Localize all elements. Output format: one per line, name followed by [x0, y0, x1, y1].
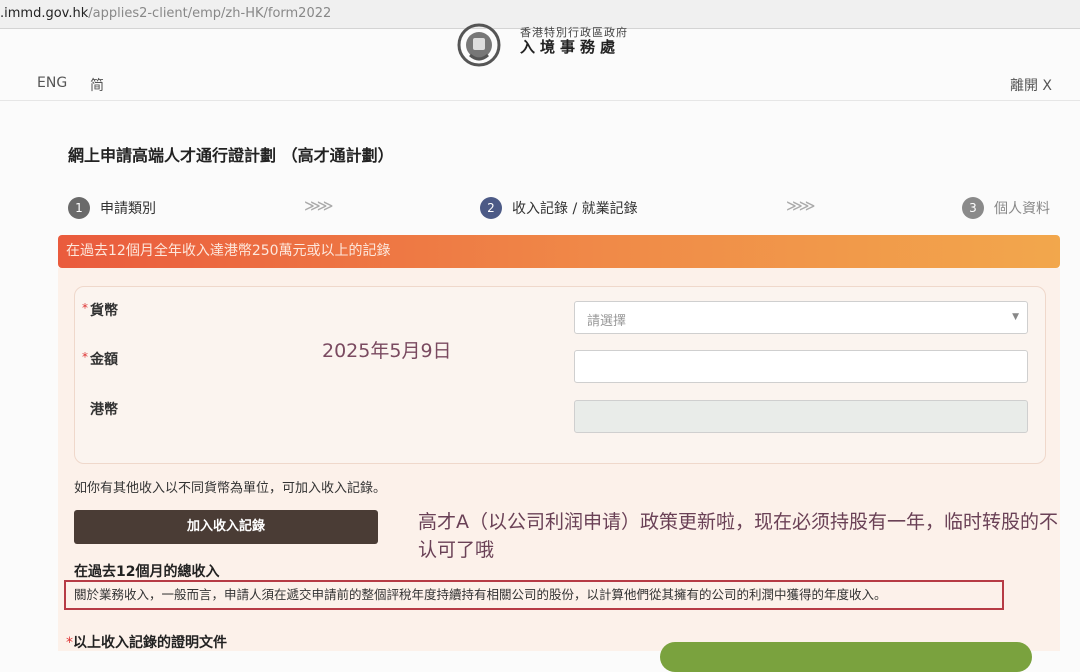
total-income-heading: 在過去12個月的總收入 [74, 564, 220, 580]
business-income-note: 關於業務收入，一般而言，申請人須在遞交申請前的整個評稅年度持續持有相關公司的股份… [64, 580, 1004, 610]
url-host: .immd.gov.hk [0, 6, 89, 21]
hkd-readonly-field [574, 400, 1028, 433]
amount-label-text: 金額 [90, 352, 118, 368]
url-text[interactable]: .immd.gov.hk/applies2-client/emp/zh-HK/f… [0, 6, 331, 21]
currency-placeholder: 請選擇 [587, 314, 627, 329]
step-income-record: 2 收入記錄 / 就業記錄 [480, 197, 638, 219]
required-mark: * [66, 635, 73, 651]
proof-documents-heading: *以上收入記錄的證明文件 [66, 632, 227, 652]
exit-link[interactable]: 離開 X [1010, 75, 1052, 95]
step-number: 2 [480, 197, 502, 219]
step-application-type: 1 申請類別 [68, 197, 156, 219]
page-title: 網上申請高端人才通行證計劃 （高才通計劃） [68, 146, 394, 165]
amount-field[interactable] [574, 350, 1028, 383]
section-banner: 在過去12個月全年收入達港幣250萬元或以上的記錄 [58, 235, 1060, 268]
amount-label: * 金額 [82, 349, 118, 369]
chevron-down-icon: ▼ [1012, 312, 1019, 322]
double-chevron-icon: ≫≫ [786, 196, 815, 215]
step-label: 個人資料 [994, 201, 1050, 217]
upload-button[interactable] [660, 642, 1032, 672]
header-divider [0, 100, 1080, 101]
add-income-record-button[interactable]: 加入收入記錄 [74, 510, 378, 544]
annotation-overlay: 高才A（以公司利润申请）政策更新啦，现在必须持股有一年，临时转股的不认可了哦 [418, 511, 1058, 561]
url-path: /applies2-client/emp/zh-HK/form2022 [88, 6, 332, 21]
double-chevron-icon: ≫≫ [304, 196, 333, 215]
proof-documents-text: 以上收入記錄的證明文件 [73, 635, 227, 651]
required-mark: * [82, 301, 88, 315]
immd-emblem-icon [456, 22, 502, 68]
department-name: 入境事務處 [520, 38, 621, 56]
required-mark: * [82, 350, 88, 364]
step-label: 收入記錄 / 就業記錄 [512, 201, 638, 217]
hkd-label: 港幣 [90, 402, 118, 418]
currency-select[interactable]: 請選擇 ▼ [574, 301, 1028, 334]
currency-label: * 貨幣 [82, 300, 118, 320]
simplified-chinese-link[interactable]: 简 [90, 75, 104, 95]
currency-label-text: 貨幣 [90, 303, 118, 319]
english-language-link[interactable]: ENG [37, 75, 67, 91]
multi-currency-hint: 如你有其他收入以不同貨幣為單位，可加入收入記錄。 [74, 481, 387, 496]
step-number: 3 [962, 197, 984, 219]
step-personal-details: 3 個人資料 [962, 197, 1050, 219]
date-overlay: 2025年5月9日 [322, 340, 452, 362]
step-number: 1 [68, 197, 90, 219]
step-label: 申請類別 [100, 201, 156, 217]
